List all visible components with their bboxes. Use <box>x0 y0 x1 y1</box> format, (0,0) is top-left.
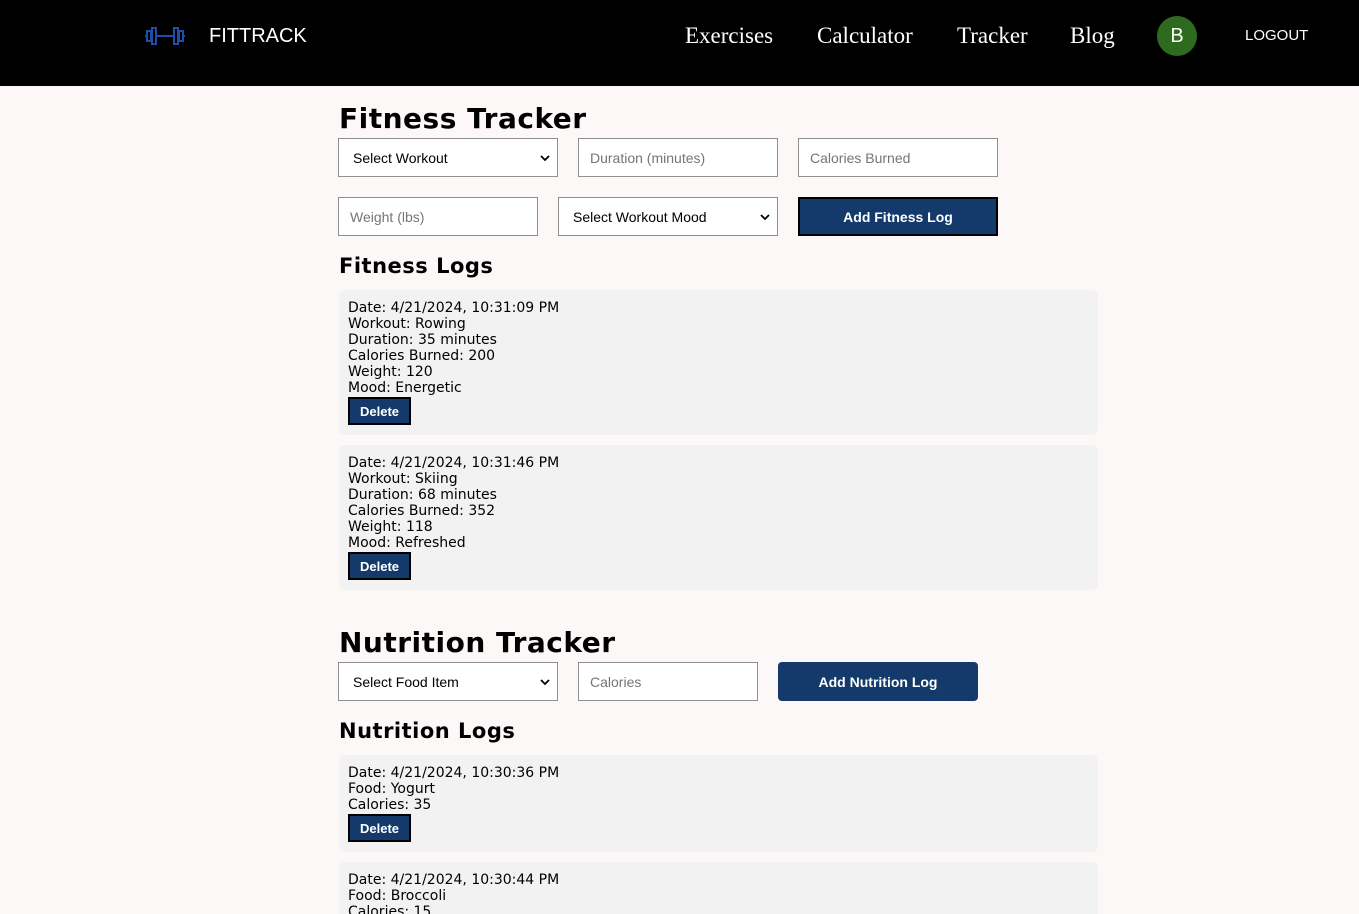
nutrition-calories-input[interactable] <box>578 662 758 701</box>
dumbbell-icon <box>145 27 185 45</box>
weight-input[interactable] <box>338 197 538 236</box>
nutrition-log-card: Date: 4/21/2024, 10:30:36 PM Food: Yogur… <box>339 755 1098 852</box>
delete-button[interactable]: Delete <box>348 552 411 580</box>
workout-select[interactable]: Select Workout <box>338 138 558 177</box>
food-item-select[interactable]: Select Food Item <box>338 662 558 701</box>
duration-input[interactable] <box>578 138 778 177</box>
nav-link-blog[interactable]: Blog <box>1070 21 1115 51</box>
calories-burned-input[interactable] <box>798 138 998 177</box>
nav-link-calculator[interactable]: Calculator <box>817 21 913 51</box>
nutrition-logs-title: Nutrition Logs <box>339 719 516 743</box>
delete-button[interactable]: Delete <box>348 397 411 425</box>
log-calories: Calories: 35 <box>348 797 432 813</box>
log-weight: Weight: 118 <box>348 519 433 535</box>
log-calories: Calories: 15 <box>348 904 432 914</box>
brand-name[interactable]: FITTRACK <box>209 24 307 48</box>
log-duration: Duration: 35 minutes <box>348 332 497 348</box>
nutrition-tracker-title: Nutrition Tracker <box>339 626 616 659</box>
fitness-log-card: Date: 4/21/2024, 10:31:46 PM Workout: Sk… <box>339 445 1098 590</box>
log-date: Date: 4/21/2024, 10:30:36 PM <box>348 765 560 781</box>
fitness-logs-title: Fitness Logs <box>339 254 494 278</box>
chevron-down-icon <box>540 155 550 162</box>
workout-select-value: Select Workout <box>353 149 448 166</box>
log-calories: Calories Burned: 352 <box>348 503 496 519</box>
log-workout: Workout: Rowing <box>348 316 466 332</box>
fitness-log-card: Date: 4/21/2024, 10:31:09 PM Workout: Ro… <box>339 290 1098 435</box>
add-fitness-log-button[interactable]: Add Fitness Log <box>798 197 998 236</box>
chevron-down-icon <box>540 679 550 686</box>
nutrition-log-card: Date: 4/21/2024, 10:30:44 PM Food: Brocc… <box>339 862 1098 914</box>
nav-link-exercises[interactable]: Exercises <box>685 21 773 51</box>
food-item-select-value: Select Food Item <box>353 673 459 690</box>
log-workout: Workout: Skiing <box>348 471 458 487</box>
log-date: Date: 4/21/2024, 10:31:09 PM <box>348 300 560 316</box>
log-duration: Duration: 68 minutes <box>348 487 497 503</box>
workout-mood-select[interactable]: Select Workout Mood <box>558 197 778 236</box>
fitness-tracker-title: Fitness Tracker <box>339 102 587 135</box>
logout-button[interactable]: LOGOUT <box>1245 27 1308 45</box>
log-mood: Mood: Energetic <box>348 380 462 396</box>
delete-button[interactable]: Delete <box>348 814 411 842</box>
log-calories: Calories Burned: 200 <box>348 348 496 364</box>
user-avatar[interactable]: B <box>1157 16 1197 56</box>
log-food: Food: Broccoli <box>348 888 447 904</box>
log-mood: Mood: Refreshed <box>348 535 466 551</box>
log-weight: Weight: 120 <box>348 364 433 380</box>
workout-mood-select-value: Select Workout Mood <box>573 208 707 225</box>
log-date: Date: 4/21/2024, 10:31:46 PM <box>348 455 560 471</box>
chevron-down-icon <box>760 214 770 221</box>
log-date: Date: 4/21/2024, 10:30:44 PM <box>348 872 560 888</box>
nav-link-tracker[interactable]: Tracker <box>957 21 1028 51</box>
log-food: Food: Yogurt <box>348 781 436 797</box>
add-nutrition-log-button[interactable]: Add Nutrition Log <box>778 662 978 701</box>
top-navbar: FITTRACK Exercises Calculator Tracker Bl… <box>0 0 1359 86</box>
